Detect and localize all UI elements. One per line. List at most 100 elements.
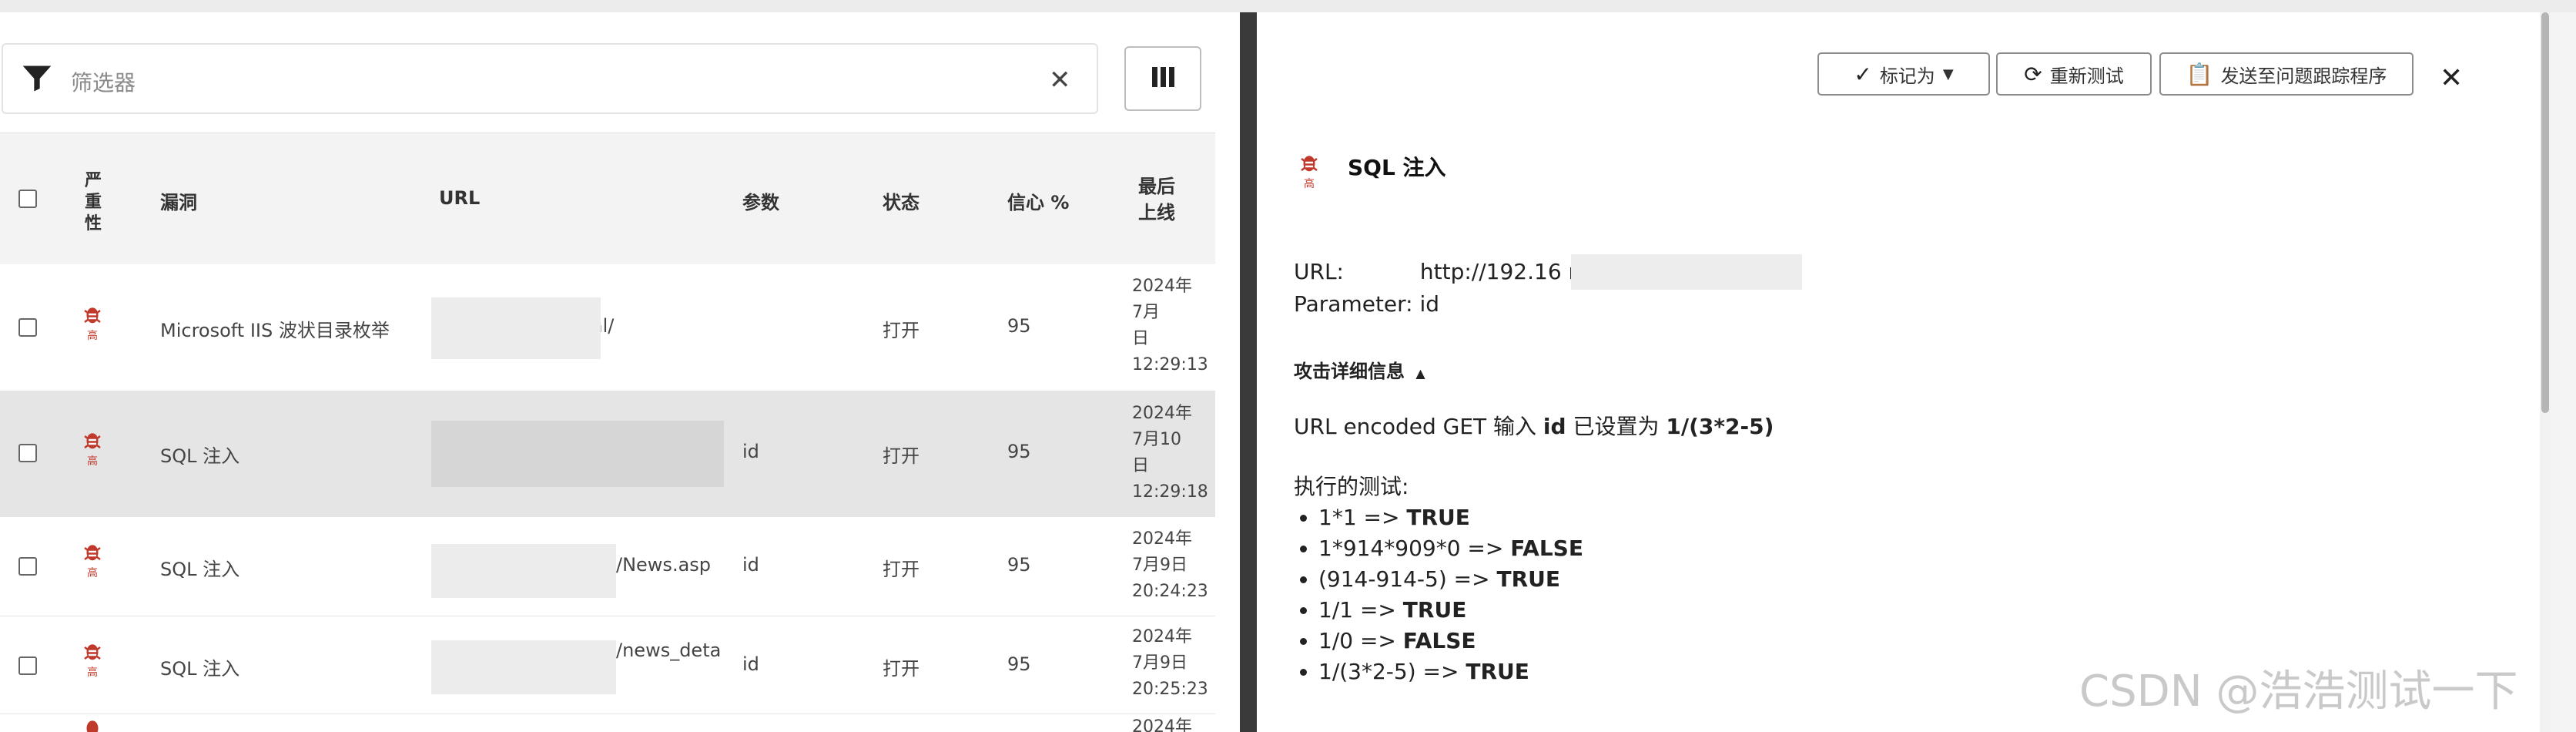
detail-scrollbar[interactable] [2540,12,2551,732]
test-item: 1*1 => TRUE [1318,502,1583,533]
check-icon: ✓ [1854,61,1872,87]
status-cell: 打开 [883,559,920,580]
header-last-seen[interactable]: 最后 上线 [1138,173,1175,226]
vulnerability-list-panel: 筛选器 ✕ 严 重 性 漏洞 URL 参数 状态 信心 % 最后 上线 高 Mi… [0,12,1240,732]
retest-button[interactable]: ⟳ 重新测试 [1996,52,2152,96]
header-severity[interactable]: 严 重 性 [85,170,108,235]
right-edge [2551,12,2576,732]
attack-details-label: 攻击详细信息 [1294,361,1405,382]
vulnerability-name[interactable]: SQL 注入 [160,653,240,680]
status-cell: 打开 [883,445,920,467]
encoded-mid: 已设置为 [1566,414,1667,439]
test-item: (914-914-5) => TRUE [1318,564,1583,595]
filter-box[interactable]: 筛选器 ✕ [2,43,1098,114]
columns-button[interactable] [1124,46,1201,111]
test-item: 1/0 => FALSE [1318,626,1583,656]
clipboard-icon: 📋 [2186,61,2213,87]
confidence-cell: 95 [1007,653,1031,675]
vulnerability-name[interactable]: SQL 注入 [160,554,240,581]
last-seen-cell: 2024年 7月10 日 12:29:18 [1132,404,1208,502]
bug-icon [84,307,101,324]
send-to-issue-tracker-button[interactable]: 📋 发送至问题跟踪程序 [2159,52,2414,96]
severity-label: 高 [87,667,98,679]
filter-input[interactable]: 筛选器 [71,66,136,97]
parameter-line: Parameter: id [1294,291,1440,317]
row-checkbox[interactable] [18,318,37,337]
severity-label: 高 [1304,178,1315,190]
table-row[interactable]: 2024年 [0,714,1215,732]
encoded-prefix: URL encoded GET 输入 [1294,414,1543,439]
redaction-mask [431,544,616,598]
header-vulnerability[interactable]: 漏洞 [160,187,197,214]
severity-label: 高 [87,455,98,468]
confidence-cell: 95 [1007,441,1031,462]
last-seen-cell: 2024年 7月9日 20:25:23 [1132,627,1208,699]
confidence-cell: 95 [1007,554,1031,576]
refresh-icon: ⟳ [2024,61,2042,87]
row-checkbox[interactable] [18,557,37,576]
header-confidence[interactable]: 信心 % [1007,187,1069,214]
row-checkbox[interactable] [18,656,37,675]
severity-label: 高 [87,567,98,579]
filter-icon [22,65,52,92]
close-detail-icon[interactable]: ✕ [2440,65,2463,92]
url-label: URL: [1294,259,1344,284]
scrollbar-thumb[interactable] [2541,12,2549,413]
tests-list: 1*1 => TRUE 1*914*909*0 => FALSE (914-91… [1294,502,1583,687]
header-url[interactable]: URL [439,187,480,209]
watermark: CSDN @浩浩测试一下 [2079,667,2518,717]
last-seen-cell: 2024年 7月9日 20:24:23 [1132,529,1208,601]
severity-label: 高 [87,330,98,342]
vulnerability-name[interactable]: SQL 注入 [160,441,240,468]
redaction-mask [1571,254,1802,290]
mark-as-button[interactable]: ✓ 标记为 ▼ [1817,52,1990,96]
parameter-cell: id [742,554,759,576]
attack-details-toggle[interactable]: 攻击详细信息 ▲ [1294,356,1425,383]
severity-indicator [77,716,108,732]
test-item: 1/(3*2-5) => TRUE [1318,656,1583,687]
top-strip [0,0,2576,12]
row-checkbox[interactable] [18,444,37,462]
bug-icon [1301,156,1318,172]
tests-heading: 执行的测试: [1294,474,1409,499]
select-all-checkbox[interactable] [18,190,37,208]
clear-filter-icon[interactable]: ✕ [1049,65,1071,96]
confidence-cell: 95 [1007,315,1031,337]
bug-icon [84,433,101,449]
url-cell: /News.asp [616,554,712,576]
test-item: 1/1 => TRUE [1318,595,1583,626]
vulnerability-name[interactable]: Microsoft IIS 波状目录枚举 [160,315,390,342]
last-seen-cell: 2024年 [1132,717,1192,732]
detail-severity-indicator: 高 [1294,151,1325,191]
caret-down-icon: ▼ [1942,65,1954,82]
url-cell: /news_deta [616,640,722,661]
redaction-mask [431,297,601,359]
bug-icon [86,720,99,732]
header-status[interactable]: 状态 [883,187,920,214]
retest-label: 重新测试 [2049,65,2124,87]
severity-indicator: 高 [77,428,108,468]
encoded-value: 1/(3*2-5) [1666,414,1774,439]
parameter-cell: id [742,653,759,675]
table-header: 严 重 性 漏洞 URL 参数 状态 信心 % 最后 上线 [0,133,1215,265]
bug-icon [84,545,101,561]
columns-icon [1151,67,1176,90]
send-label: 发送至问题跟踪程序 [2220,65,2387,87]
test-item: 1*914*909*0 => FALSE [1318,533,1583,564]
mark-as-label: 标记为 [1879,65,1935,87]
severity-indicator: 高 [77,640,108,680]
parameter-cell: id [742,441,759,462]
last-seen-cell: 2024年 7月 日 12:29:13 [1132,277,1208,374]
table-row[interactable]: 高 Microsoft IIS 波状目录枚举 ocal/ 打开 95 2024年… [0,264,1215,391]
redaction-mask [431,640,616,694]
panel-divider[interactable] [1240,12,1257,732]
severity-indicator: 高 [77,540,108,580]
caret-up-icon: ▲ [1415,366,1425,381]
redaction-mask [431,421,724,487]
encoded-param: id [1543,414,1566,439]
severity-indicator: 高 [77,303,108,343]
status-cell: 打开 [883,658,920,680]
bug-icon [84,644,101,660]
header-parameter[interactable]: 参数 [742,187,779,214]
detail-title: SQL 注入 [1348,155,1446,180]
